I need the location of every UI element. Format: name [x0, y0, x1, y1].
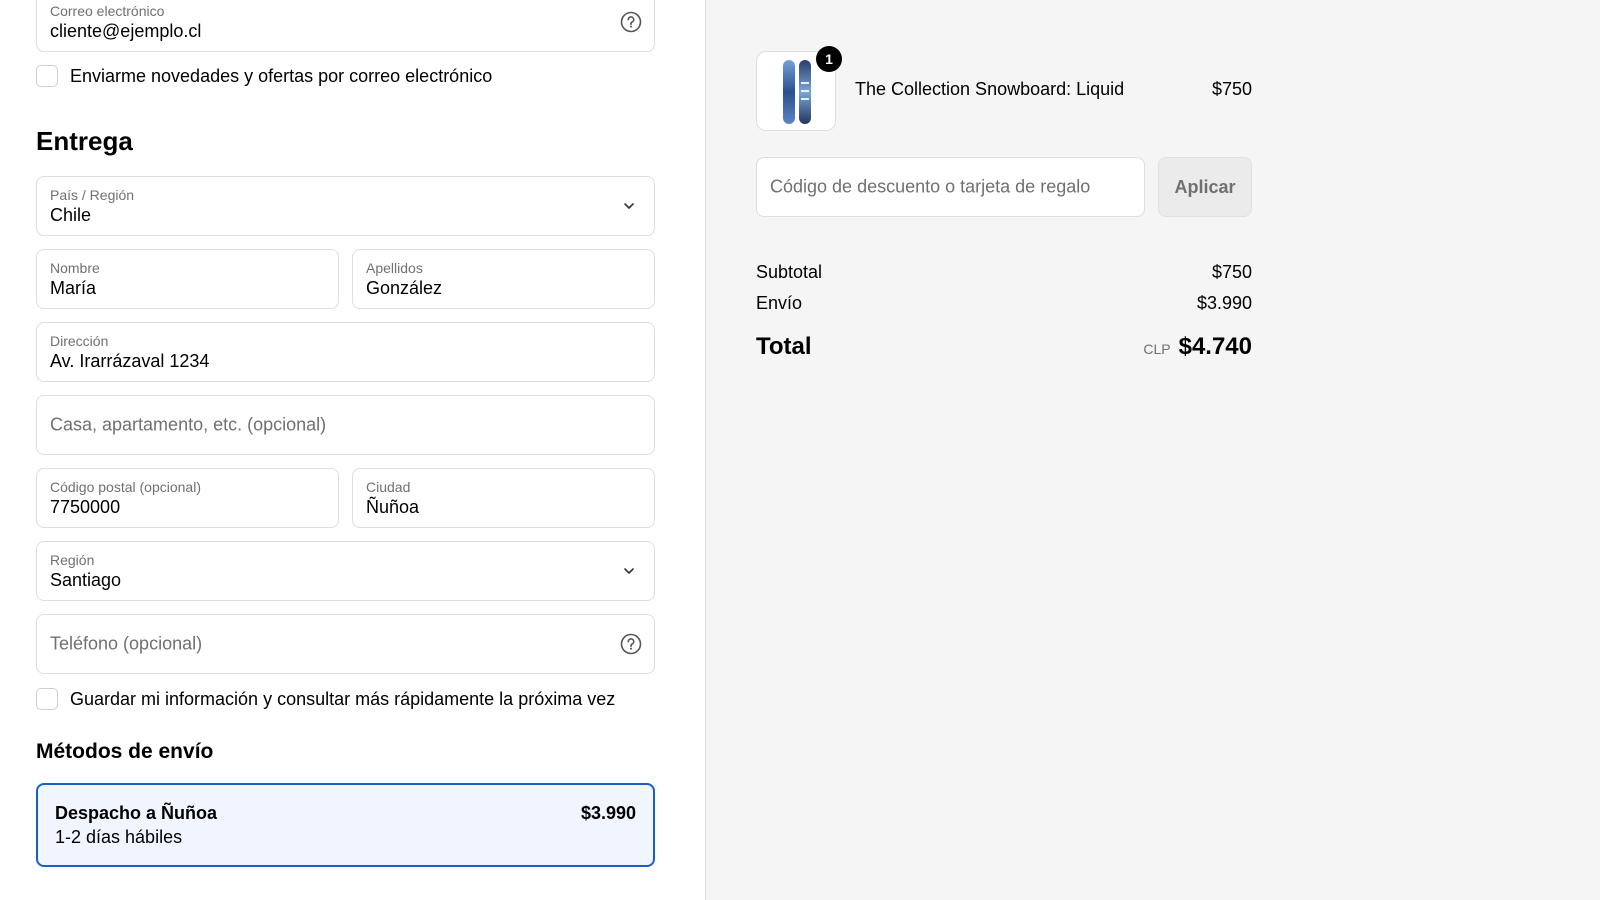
newsletter-checkbox-row[interactable]: Enviarme novedades y ofertas por correo …: [36, 65, 492, 87]
shipping-option[interactable]: Despacho a Ñuñoa 1-2 días hábiles $3.990: [36, 783, 655, 867]
postal-code-label: Código postal (opcional): [50, 479, 201, 495]
delivery-heading: Entrega: [36, 126, 133, 156]
newsletter-checkbox-label: Enviarme novedades y ofertas por correo …: [70, 65, 493, 86]
apartment-placeholder: Casa, apartamento, etc. (opcional): [50, 414, 327, 435]
region-select-value: Santiago: [50, 570, 122, 590]
subtotal-label: Subtotal: [756, 262, 823, 282]
shipping-option-name: Despacho a Ñuñoa: [55, 803, 218, 823]
city-label: Ciudad: [366, 479, 411, 495]
shipping-cost-label: Envío: [756, 293, 803, 313]
first-name-field[interactable]: Nombre María: [36, 249, 339, 309]
last-name-label: Apellidos: [366, 260, 423, 276]
subtotal-value: $750: [1211, 262, 1252, 282]
email-field-label: Correo electrónico: [50, 3, 165, 19]
city-value: Ñuñoa: [366, 497, 420, 517]
country-select-label: País / Región: [50, 187, 135, 203]
subtotal-row: Subtotal $750: [756, 262, 1252, 283]
country-select-value: Chile: [50, 205, 92, 225]
region-select-label: Región: [50, 552, 95, 568]
help-circle-icon[interactable]: [620, 633, 642, 655]
total-label: Total: [756, 333, 812, 360]
apartment-field[interactable]: Casa, apartamento, etc. (opcional): [36, 395, 655, 455]
total-amount: $4.740: [1178, 333, 1252, 360]
city-field[interactable]: Ciudad Ñuñoa: [352, 468, 655, 528]
chevron-down-icon: [624, 203, 634, 209]
first-name-value: María: [50, 278, 97, 298]
save-info-checkbox[interactable]: [36, 688, 58, 710]
region-select[interactable]: Región Santiago: [36, 541, 655, 601]
postal-code-value: 7750000: [50, 497, 121, 517]
apply-discount-button[interactable]: Aplicar: [1158, 157, 1252, 217]
order-summary-column: [705, 0, 1600, 900]
shipping-cost-value: $3.990: [1196, 293, 1252, 313]
product-name: The Collection Snowboard: Liquid: [855, 79, 1125, 99]
phone-placeholder: Teléfono (opcional): [50, 633, 203, 654]
shipping-option-price: $3.990: [580, 803, 636, 823]
product-price: $750: [1211, 79, 1252, 99]
save-info-checkbox-row[interactable]: Guardar mi información y consultar más r…: [36, 688, 615, 710]
email-field-value: cliente@ejemplo.cl: [50, 21, 202, 41]
country-select[interactable]: País / Región Chile: [36, 176, 655, 236]
email-field[interactable]: Correo electrónico cliente@ejemplo.cl: [36, 0, 655, 52]
address-label: Dirección: [50, 333, 109, 349]
chevron-down-icon: [624, 568, 634, 574]
checkout-form-column: Correo electrónico cliente@ejemplo.cl En…: [0, 0, 705, 900]
currency-code: CLP: [1143, 341, 1171, 357]
address-field[interactable]: Dirección Av. Irarrázaval 1234: [36, 322, 655, 382]
save-info-checkbox-label: Guardar mi información y consultar más r…: [70, 688, 616, 709]
last-name-value: González: [366, 278, 443, 298]
discount-code-input[interactable]: Código de descuento o tarjeta de regalo: [756, 157, 1145, 217]
phone-field[interactable]: Teléfono (opcional): [36, 614, 655, 674]
shipping-methods-heading: Métodos de envío: [36, 740, 214, 763]
shipping-option-eta: 1-2 días hábiles: [55, 827, 183, 847]
total-amount-group: CLP $4.740: [1143, 333, 1252, 361]
discount-code-placeholder: Código de descuento o tarjeta de regalo: [770, 176, 1091, 197]
postal-code-field[interactable]: Código postal (opcional) 7750000: [36, 468, 339, 528]
first-name-label: Nombre: [50, 260, 100, 276]
help-circle-icon[interactable]: [620, 11, 642, 33]
last-name-field[interactable]: Apellidos González: [352, 249, 655, 309]
shipping-cost-row: Envío $3.990: [756, 293, 1252, 314]
address-value: Av. Irarrázaval 1234: [50, 351, 210, 371]
newsletter-checkbox[interactable]: [36, 65, 58, 87]
quantity-badge: 1: [816, 46, 842, 72]
total-row: Total CLP $4.740: [756, 333, 1252, 361]
